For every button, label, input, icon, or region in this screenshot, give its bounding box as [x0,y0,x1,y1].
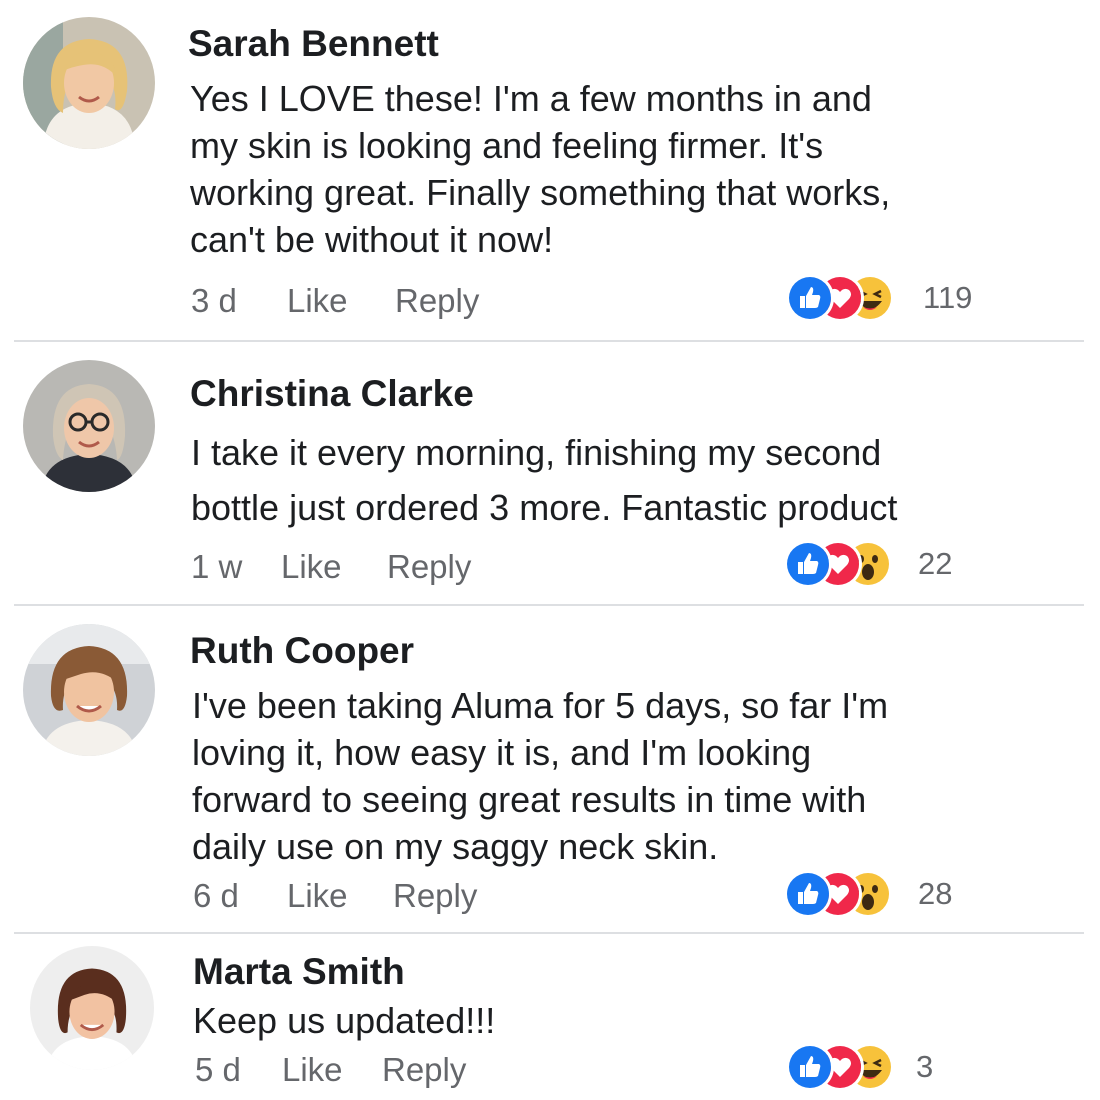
comment-text-line: can't be without it now! [190,219,554,260]
like-icon [786,1043,834,1091]
comment-text: Keep us updated!!! [193,997,933,1044]
reply-button[interactable]: Reply [393,877,477,915]
comment-actions: 6 d Like Reply [193,877,477,915]
like-button[interactable]: Like [287,282,395,320]
reaction-summary[interactable]: 22 [784,540,984,588]
reply-button[interactable]: Reply [382,1051,466,1089]
timestamp[interactable]: 1 w [191,548,281,586]
comment-text-line: loving it, how easy it is, and I'm looki… [192,732,812,773]
like-button[interactable]: Like [281,548,387,586]
comment-text-line: my skin is looking and feeling firmer. I… [190,125,824,166]
comment-text-line: I've been taking Aluma for 5 days, so fa… [192,685,889,726]
avatar-photo [23,360,155,492]
comment-text-line: daily use on my saggy neck skin. [192,826,719,867]
like-button[interactable]: Like [282,1051,382,1089]
divider [14,604,1084,606]
avatar[interactable] [23,624,155,756]
reaction-count: 22 [918,546,953,581]
comment-author[interactable]: Ruth Cooper [190,629,414,673]
avatar-photo [30,946,154,1070]
timestamp[interactable]: 6 d [193,877,287,915]
reaction-summary[interactable]: 28 [784,870,984,918]
reaction-summary[interactable]: 119 [786,274,986,322]
comment-text-line: Yes I LOVE these! I'm a few months in an… [190,78,872,119]
reply-button[interactable]: Reply [387,548,471,586]
timestamp[interactable]: 5 d [195,1051,282,1089]
comment-text-line: working great. Finally something that wo… [190,172,891,213]
comment-text-line: bottle just ordered 3 more. Fantastic pr… [191,487,898,528]
comment-text-line: I take it every morning, finishing my se… [191,432,882,473]
like-icon [786,274,834,322]
divider [14,932,1084,934]
reaction-count: 119 [923,280,973,315]
avatar[interactable] [23,360,155,492]
comment-text-line: Keep us updated!!! [193,1000,496,1041]
comment-text: I take it every morning, finishing my se… [191,425,931,535]
like-button[interactable]: Like [287,877,393,915]
like-icon [784,540,832,588]
reply-button[interactable]: Reply [395,282,479,320]
comment-actions: 5 d Like Reply [195,1051,466,1089]
comment-text: Yes I LOVE these! I'm a few months in an… [190,75,930,263]
comment-text-line: forward to seeing great results in time … [192,779,867,820]
comment-text: I've been taking Aluma for 5 days, so fa… [192,682,932,870]
avatar[interactable] [23,17,155,149]
comment-actions: 1 w Like Reply [191,548,471,586]
avatar-photo [23,17,155,149]
comment-author[interactable]: Marta Smith [193,950,405,994]
timestamp[interactable]: 3 d [191,282,287,320]
comment-actions: 3 d Like Reply [191,282,479,320]
comment-feed: Sarah Bennett Yes I LOVE these! I'm a fe… [0,0,1100,1100]
reaction-count: 28 [918,876,953,911]
reaction-count: 3 [916,1049,934,1084]
divider [14,340,1084,342]
like-icon [784,870,832,918]
avatar-photo [23,624,155,756]
reaction-summary[interactable]: 3 [786,1043,986,1091]
avatar[interactable] [30,946,154,1070]
comment-author[interactable]: Sarah Bennett [188,22,439,66]
comment-author[interactable]: Christina Clarke [190,372,474,416]
